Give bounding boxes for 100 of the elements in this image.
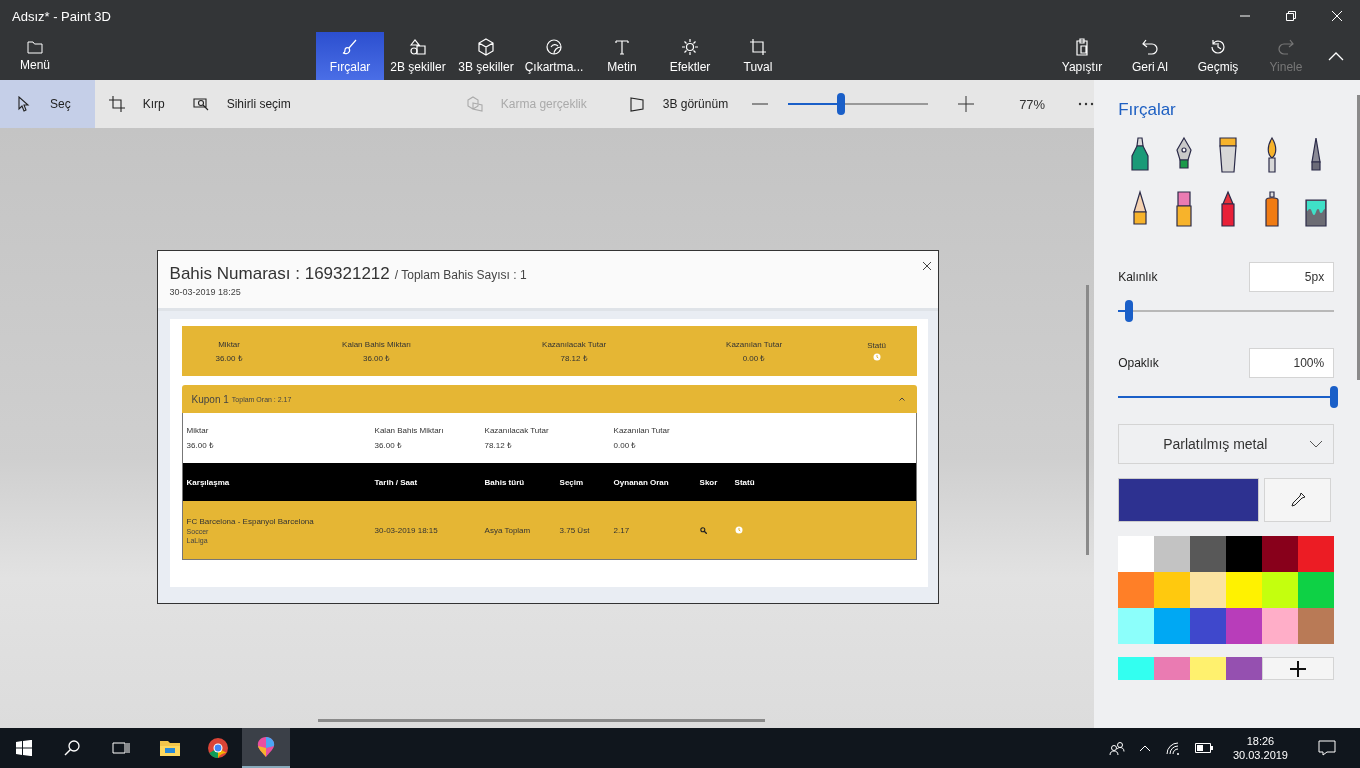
slider-thumb[interactable]	[1124, 300, 1133, 322]
color-swatch[interactable]	[1226, 608, 1263, 644]
slider-thumb[interactable]	[1330, 386, 1339, 408]
color-swatch[interactable]	[1226, 657, 1263, 680]
color-swatch[interactable]	[1190, 657, 1227, 680]
bet-date: 30-03-2019 18:25	[169, 287, 242, 297]
brush-icon	[341, 38, 359, 56]
toolbar-button[interactable]: Kırp	[94, 80, 179, 128]
ribbon-tab[interactable]: Fırçalar	[316, 32, 384, 80]
coupon-value: 0.00 ₺	[613, 440, 638, 450]
wifi-icon[interactable]	[1164, 741, 1181, 755]
ribbon-tab[interactable]: Efektler	[656, 32, 724, 80]
column-header: Skor	[699, 477, 719, 487]
scrollbar[interactable]	[1086, 285, 1090, 555]
color-swatch[interactable]	[1190, 572, 1227, 608]
column-header: Karşılaşma	[186, 477, 231, 487]
color-swatch[interactable]	[1298, 536, 1335, 572]
current-color[interactable]	[1118, 478, 1260, 522]
clock-icon	[734, 526, 743, 534]
column-header: Bahis türü	[484, 477, 526, 487]
browser-icon	[207, 737, 229, 759]
color-swatch[interactable]	[1298, 572, 1335, 608]
chevron-up-icon[interactable]	[1138, 744, 1151, 752]
battery-icon[interactable]	[1194, 743, 1213, 753]
color-swatch[interactable]	[1190, 536, 1227, 572]
coupon-title: Kupon 1	[191, 393, 229, 405]
add-color-button[interactable]	[1262, 657, 1335, 680]
menu-button[interactable]: Menü	[0, 32, 70, 80]
color-swatch[interactable]	[1262, 572, 1299, 608]
ribbon-tab[interactable]: Tuval	[724, 32, 792, 80]
color-swatch[interactable]	[1118, 657, 1155, 680]
coupon-value: 78.12 ₺	[484, 440, 513, 450]
color-swatch[interactable]	[1298, 608, 1335, 644]
thickness-field[interactable]: 5px	[1249, 262, 1335, 292]
ribbon-button[interactable]: Geçmiş	[1184, 32, 1252, 80]
close-icon[interactable]	[922, 262, 931, 270]
cube-icon	[466, 96, 483, 112]
color-swatch[interactable]	[1154, 536, 1191, 572]
caret-icon[interactable]	[898, 397, 905, 401]
ribbon-tab[interactable]: 2B şekiller	[384, 32, 452, 80]
eyedropper-icon	[1288, 491, 1307, 509]
ribbon-button[interactable]: Geri Al	[1116, 32, 1184, 80]
search-icon[interactable]	[699, 526, 707, 534]
start-icon[interactable]	[16, 740, 32, 756]
bet-count: / Toplam Bahis Sayısı : 1	[394, 268, 527, 282]
column-header: Seçim	[559, 477, 585, 487]
zoom-in-icon[interactable]	[958, 96, 975, 112]
bet-title: Bahis Numarası : 169321212	[169, 264, 390, 284]
coupon-label: Kazanılacak Tutar	[484, 426, 550, 435]
notification-icon[interactable]	[1318, 740, 1336, 756]
coupon-value: 36.00 ₺	[374, 440, 403, 450]
ribbon-button[interactable]: Yapıştır	[1048, 32, 1116, 80]
material-dropdown[interactable]: Parlatılmış metal	[1118, 424, 1335, 464]
column-header: Statü	[734, 477, 756, 487]
summary-value: 36.00 ₺	[215, 352, 243, 363]
color-swatch[interactable]	[1118, 536, 1155, 572]
opacity-field[interactable]: 100%	[1249, 348, 1335, 378]
color-swatch[interactable]	[1118, 608, 1155, 644]
redo-icon	[1277, 38, 1295, 56]
coupon-value: 36.00 ₺	[186, 440, 215, 450]
restore-icon[interactable]	[1286, 11, 1296, 21]
summary-value: 78.12 ₺	[560, 352, 588, 363]
collapse-icon[interactable]	[1328, 51, 1344, 61]
color-swatch[interactable]	[1190, 608, 1227, 644]
color-swatch[interactable]	[1262, 608, 1299, 644]
clock-time[interactable]: 18:26	[1246, 735, 1275, 747]
balloon-icon	[255, 736, 277, 758]
scrollbar[interactable]	[1357, 95, 1360, 380]
column-header: Tarih / Saat	[374, 477, 419, 487]
color-swatch[interactable]	[1154, 572, 1191, 608]
ribbon-tab[interactable]: 3B şekiller	[452, 32, 520, 80]
table-cell-text: 2.17	[613, 525, 631, 535]
color-swatch[interactable]	[1154, 608, 1191, 644]
panel-icon	[628, 96, 645, 112]
text-icon	[613, 38, 631, 56]
slider-thumb[interactable]	[837, 93, 846, 115]
toolbar-button[interactable]: Seç	[0, 80, 95, 128]
toolbar-button[interactable]: Sihirli seçim	[178, 80, 305, 128]
color-swatch[interactable]	[1118, 572, 1155, 608]
more-icon[interactable]	[1078, 102, 1095, 106]
color-swatch[interactable]	[1226, 536, 1263, 572]
summary-value: 0.00 ₺	[742, 352, 766, 363]
scrollbar[interactable]	[318, 719, 765, 722]
table-cell-text: 30-03-2019 18:15	[374, 525, 439, 535]
clock-date[interactable]: 30.03.2019	[1232, 749, 1288, 761]
ribbon-tab[interactable]: Metin	[588, 32, 656, 80]
window-title: Adsız* - Paint 3D	[12, 8, 111, 24]
people-icon[interactable]	[1108, 740, 1125, 756]
folder-icon	[27, 40, 43, 54]
search-icon[interactable]	[64, 740, 80, 756]
sun-icon	[681, 38, 699, 56]
history-icon	[1209, 38, 1227, 56]
color-swatch[interactable]	[1154, 657, 1191, 680]
thickness-label: Kalınlık	[1118, 270, 1158, 284]
magic-select-icon	[192, 96, 209, 112]
task-view-icon[interactable]	[112, 740, 130, 756]
color-swatch[interactable]	[1226, 572, 1263, 608]
toolbar-button[interactable]: 3B görünüm	[614, 80, 743, 128]
ribbon-tab[interactable]: Çıkartma...	[520, 32, 588, 80]
color-swatch[interactable]	[1262, 536, 1299, 572]
